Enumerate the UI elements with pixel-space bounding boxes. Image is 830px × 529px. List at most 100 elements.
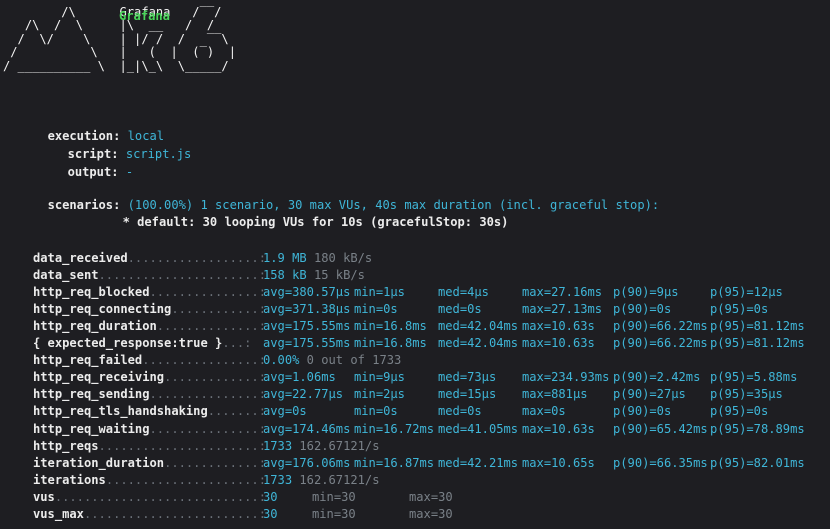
metric-p95: p(95)=81.12ms [710,319,805,334]
metric-name-text: http_reqs [33,438,99,453]
metric-name-text: http_req_failed [33,353,143,368]
metric-row: data_sent......................: 158 kB 15… [33,267,823,284]
output-value: - [125,165,134,179]
metric-p90: p(90)=66.22ms [613,336,708,351]
metric-dots: ..............: [156,319,266,334]
metric-name: http_req_tls_handshaking.......: [33,403,266,420]
metric-med: med=42.04ms [438,336,519,351]
script-value: script.js [125,147,192,161]
metric-name: http_req_duration..............: [33,318,266,335]
metric-min: min=16.72ms [354,421,435,436]
metric-name-text: vus [33,489,55,504]
metric-rate: 15 kB/s [313,268,365,283]
metric-name-text: iterations [33,472,106,487]
metric-dots: ................: [142,353,266,368]
metric-name: iterations.....................: [33,472,266,489]
metric-min: min=16.8ms [354,336,427,351]
metric-min: min=1µs [354,285,405,300]
metric-rate: 162.67121/s [299,472,380,487]
metric-name: data_received..................: [33,250,266,267]
metric-name: http_req_connecting............: [33,301,266,318]
metric-max: max=30 [409,489,453,504]
metric-name: http_req_receiving.............: [33,369,266,386]
metric-max: max=881µs [522,387,588,402]
metric-dots: ............................: [54,489,266,504]
metric-p90: p(90)=0s [613,302,672,317]
metric-med: med=73µs [438,370,497,385]
metric-value: 0.00% [263,353,300,368]
metric-max: max=10.63s [522,336,595,351]
metric-name: http_req_failed................: [33,352,266,369]
scenario-detail: * default: 30 looping VUs for 10s (grace… [108,198,509,229]
metric-name: http_req_waiting...............: [33,421,266,438]
metric-value: 158 kB [263,268,307,283]
metric-max: max=10.65s [522,455,595,470]
metric-dots: ...............: [149,421,267,436]
metric-max: max=234.93ms [522,370,610,385]
k6-logo: /\ Grafana /‾‾/ /\ / \ |\ __ / / / \/ \ … [3,5,236,73]
metric-med: med=0s [438,302,482,317]
metric-p90: p(90)=0s [613,404,672,419]
metric-dots: ......................: [98,268,266,283]
metric-name-text: http_req_receiving [33,370,165,385]
metric-rate: 162.67121/s [299,438,380,453]
metric-med: med=15µs [438,387,497,402]
metric-row: http_req_receiving.............: avg=1.06… [33,369,823,386]
metric-dots: .............: [164,455,266,470]
metric-row: iterations.....................: 1733 162.… [33,472,823,489]
metric-name-text: http_req_duration [33,319,157,334]
metric-row: http_reqs......................: 1733 162.… [33,438,823,455]
metric-avg: avg=371.38µs [263,302,351,317]
metric-min: min=30 [312,506,356,521]
metric-dots: ...............: [149,285,267,300]
metric-p95: p(95)=81.12ms [710,336,805,351]
metric-med: med=4µs [438,285,489,300]
metric-p90: p(90)=66.35ms [613,455,708,470]
metric-name-text: { expected_response:true } [33,336,223,351]
metric-max: max=30 [409,506,453,521]
metric-max: max=27.16ms [522,285,603,300]
metric-med: med=41.05ms [438,421,519,436]
metric-dots: ............: [171,302,266,317]
metric-dots: .......: [207,404,266,419]
metric-name-text: data_received [33,251,128,265]
metric-min: min=2µs [354,387,405,402]
metric-row: data_received..................: 1.9 MB 18… [33,250,823,267]
metric-avg: avg=175.55ms [263,336,351,351]
metric-dots: ..................: [127,251,266,265]
metric-p90: p(90)=9µs [613,285,679,300]
metric-name-text: http_req_waiting [33,421,150,436]
metric-p95: p(95)=78.89ms [710,421,805,436]
metric-row: http_req_connecting............: avg=371.… [33,301,823,318]
metric-dots: .............: [164,370,266,385]
metric-name-text: iteration_duration [33,455,165,470]
metric-p95: p(95)=35µs [710,387,783,402]
metric-name: data_sent......................: [33,267,266,284]
metric-avg: avg=174.46ms [263,421,351,436]
metric-max: max=10.63s [522,319,595,334]
metric-row: http_req_duration..............: avg=175.… [33,318,823,335]
metric-p90: p(90)=65.42ms [613,421,708,436]
metric-avg: avg=0s [263,404,307,419]
metric-avg: avg=380.57µs [263,285,351,300]
metric-p95: p(95)=0s [710,404,769,419]
metric-min: min=16.8ms [354,319,427,334]
metric-value: 30 [263,489,278,504]
metric-row: http_req_waiting...............: avg=174.… [33,421,823,438]
output-option: output: - [53,148,134,179]
metric-value: 1733 [263,438,293,453]
metric-value: 1.9 MB [263,251,307,265]
metric-dots: .....................: [105,472,266,487]
metric-dots: ...............: [149,387,267,402]
metric-name: iteration_duration.............: [33,455,266,472]
metric-p90: p(90)=2.42ms [613,370,701,385]
metric-dots: ........................: [83,506,266,521]
metric-value: 30 [263,506,278,521]
metric-value: 1733 [263,472,293,487]
metric-avg: avg=1.06ms [263,370,336,385]
metric-min: min=16.87ms [354,455,435,470]
metric-name: { expected_response:true }...: [33,335,251,352]
metric-row: http_req_sending...............: avg=22.7… [33,386,823,403]
metric-min: min=0s [354,404,398,419]
metric-name-text: vus_max [33,506,84,521]
